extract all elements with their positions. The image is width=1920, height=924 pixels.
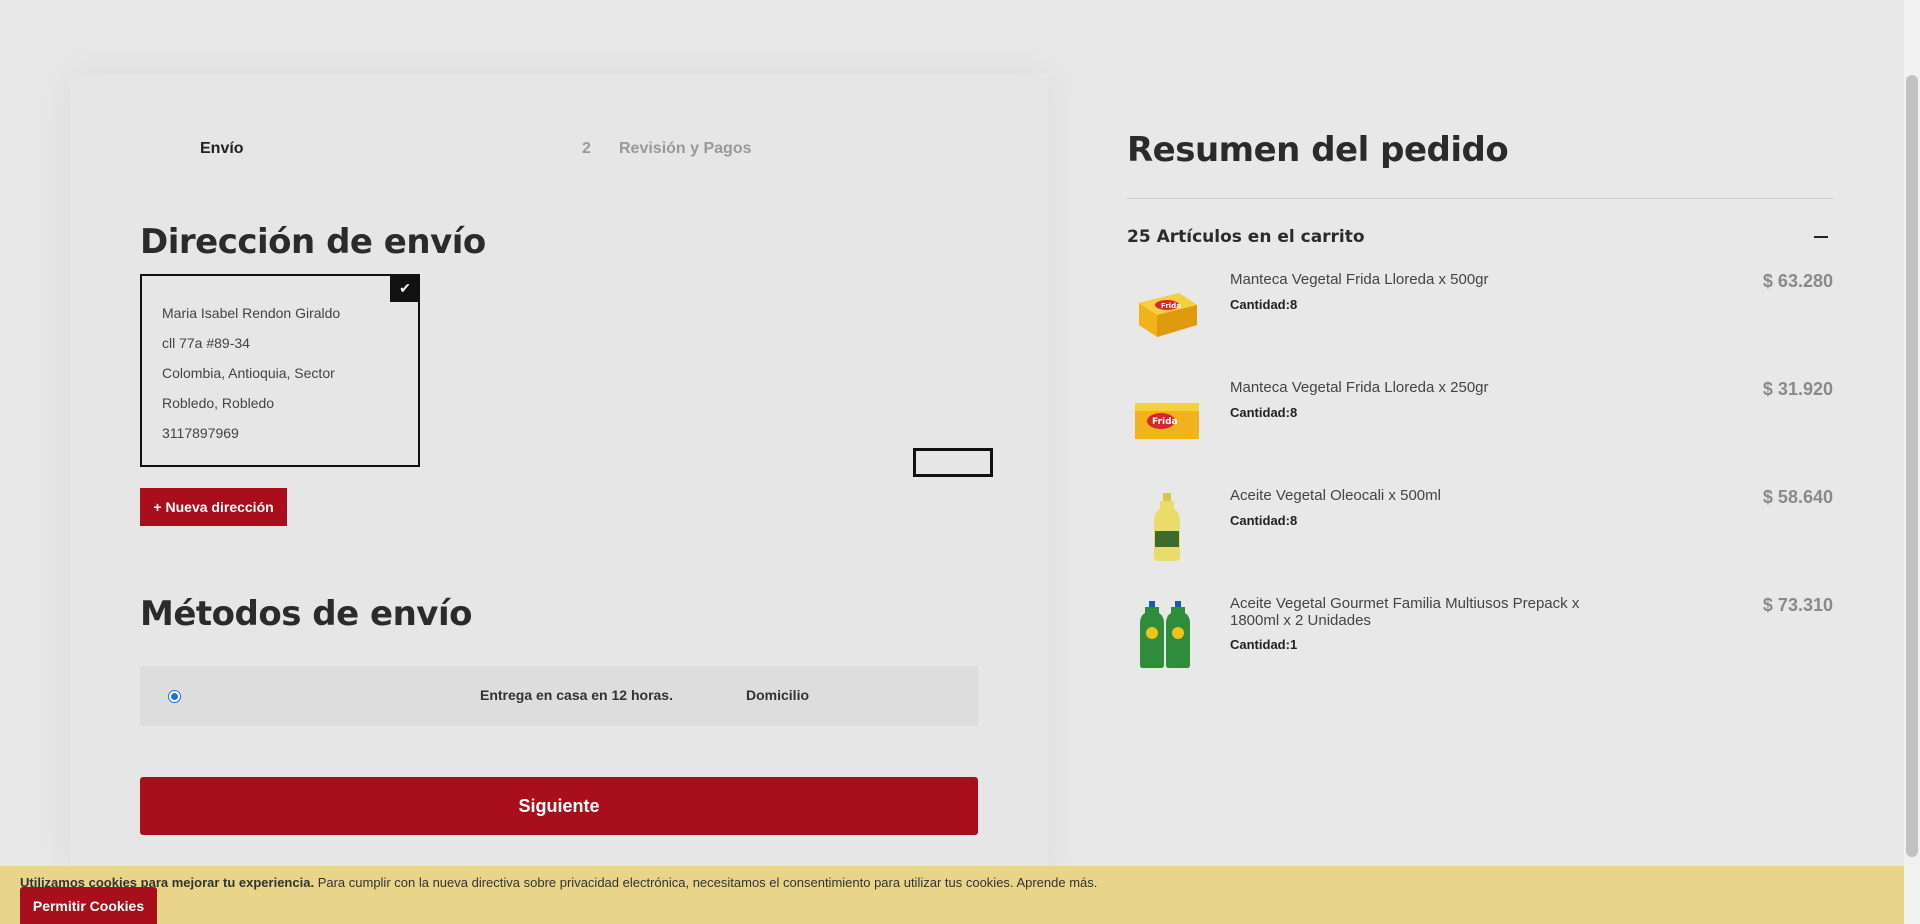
collapse-icon[interactable]	[1814, 236, 1828, 238]
step-review-number: 2	[582, 140, 591, 157]
cookie-message-body: Para cumplir con la nueva directiva sobr…	[317, 875, 1014, 890]
oil-bottle-icon	[1154, 493, 1180, 561]
item-price: $ 58.640	[1762, 487, 1833, 507]
new-address-button[interactable]: + Nueva dirección	[140, 488, 287, 526]
item-price: $ 73.310	[1762, 595, 1833, 615]
order-summary: Resumen del pedido 25 Artículos en el ca…	[1127, 130, 1833, 703]
item-price: $ 31.920	[1762, 379, 1833, 399]
next-button[interactable]: Siguiente	[140, 777, 978, 835]
cart-header[interactable]: 25 Artículos en el carrito	[1127, 227, 1833, 247]
item-name[interactable]: Aceite Vegetal Oleocali x 500ml	[1230, 487, 1600, 504]
cookie-banner: Utilizamos cookies para mejorar tu exper…	[0, 866, 1904, 924]
address-card[interactable]: ✔ Maria Isabel Rendon Giraldo cll 77a #8…	[140, 274, 420, 467]
cookie-learn-more-link[interactable]: Aprende más.	[1016, 875, 1097, 890]
butter-block-icon: Frida	[1135, 403, 1199, 439]
step-review-payments[interactable]: Revisión y Pagos	[619, 140, 752, 158]
list-item: Frida Manteca Vegetal Frida Lloreda x 25…	[1127, 379, 1833, 487]
address-phone: 3117897969	[162, 425, 239, 441]
item-quantity: Cantidad:8	[1230, 513, 1298, 528]
scrollbar-thumb[interactable]	[1906, 75, 1918, 857]
focus-outline-box	[913, 448, 993, 477]
list-item: Aceite Vegetal Gourmet Familia Multiusos…	[1127, 595, 1833, 703]
item-name[interactable]: Manteca Vegetal Frida Lloreda x 250gr	[1230, 379, 1600, 396]
plus-icon: +	[153, 499, 162, 515]
cart-count: 25 Artículos en el carrito	[1127, 227, 1365, 247]
cookie-message: Utilizamos cookies para mejorar tu exper…	[20, 875, 1097, 890]
cart-items: Frida Manteca Vegetal Frida Lloreda x 50…	[1127, 271, 1833, 703]
shipping-address-title: Dirección de envío	[140, 222, 486, 262]
address-name: Maria Isabel Rendon Giraldo	[162, 305, 341, 321]
scrollbar-track[interactable]	[1904, 0, 1920, 924]
svg-text:Frida: Frida	[1161, 302, 1181, 310]
item-quantity: Cantidad:1	[1230, 637, 1298, 652]
step-shipping[interactable]: Envío	[200, 140, 244, 158]
new-address-label: Nueva dirección	[165, 499, 274, 515]
checkout-steps: Envío 2 Revisión y Pagos	[70, 140, 1048, 170]
oil-bottles-pair-icon	[1140, 601, 1190, 668]
address-city: Robledo, Robledo	[162, 395, 275, 411]
address-region: Colombia, Antioquia, Sector	[162, 365, 335, 381]
item-name[interactable]: Aceite Vegetal Gourmet Familia Multiusos…	[1230, 595, 1600, 629]
item-quantity: Cantidad:8	[1230, 405, 1298, 420]
item-quantity: Cantidad:8	[1230, 297, 1298, 312]
svg-text:Frida: Frida	[1152, 417, 1178, 427]
list-item: Aceite Vegetal Oleocali x 500ml Cantidad…	[1127, 487, 1833, 595]
shipping-option-description: Entrega en casa en 12 horas.	[480, 687, 673, 703]
check-icon: ✔	[390, 274, 420, 302]
item-price: $ 63.280	[1762, 271, 1833, 291]
allow-cookies-button[interactable]: Permitir Cookies	[20, 887, 157, 924]
checkout-panel: Envío 2 Revisión y Pagos Dirección de en…	[70, 74, 1048, 874]
item-name[interactable]: Manteca Vegetal Frida Lloreda x 500gr	[1230, 271, 1600, 288]
address-street: cll 77a #89-34	[162, 335, 250, 351]
shipping-option-carrier: Domicilio	[746, 687, 810, 703]
list-item: Frida Manteca Vegetal Frida Lloreda x 50…	[1127, 271, 1833, 379]
shipping-option-radio[interactable]	[168, 690, 181, 703]
shipping-methods-title: Métodos de envío	[140, 594, 472, 634]
shipping-option-row[interactable]: Entrega en casa en 12 horas. Domicilio	[140, 666, 978, 726]
order-summary-title: Resumen del pedido	[1127, 130, 1833, 199]
butter-block-icon: Frida	[1139, 293, 1197, 337]
